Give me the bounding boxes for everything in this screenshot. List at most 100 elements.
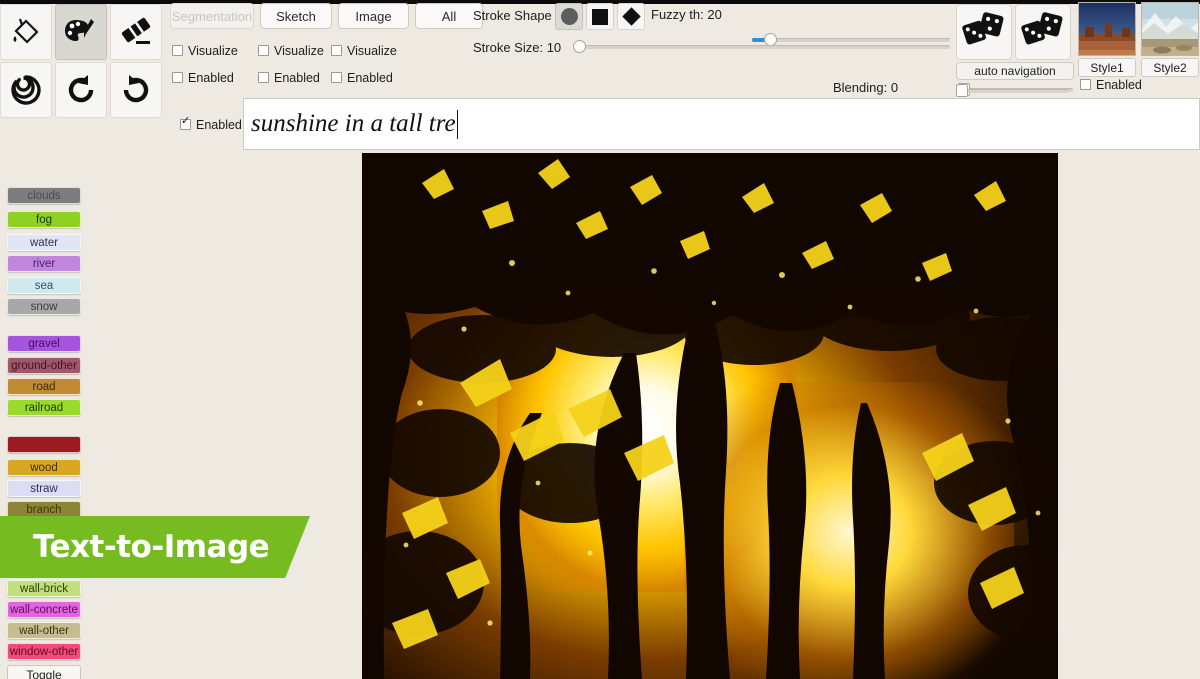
- auto-navigation-button[interactable]: auto navigation: [956, 62, 1074, 80]
- slider-knob[interactable]: [573, 40, 586, 53]
- label-swatch-branch[interactable]: branch: [7, 501, 81, 518]
- stroke-shape-circle-button[interactable]: [555, 3, 583, 30]
- square-shape-icon: [592, 9, 608, 25]
- desert-mesa-landscape-image: [1079, 3, 1136, 56]
- tab-image[interactable]: Image: [338, 3, 409, 29]
- checkbox-box: [331, 45, 342, 56]
- undo-icon: [64, 73, 98, 107]
- style-enabled-checkbox[interactable]: Enabled: [1080, 78, 1142, 92]
- foliage-silhouette: [362, 153, 1058, 679]
- dice-icon: [962, 10, 1006, 55]
- stroke-shape-label: Stroke Shape: [473, 8, 552, 23]
- label-swatch-text: sea: [35, 280, 54, 292]
- checkbox-box: [172, 45, 183, 56]
- style2-button[interactable]: Style2: [1141, 58, 1199, 77]
- stroke-size-label: Stroke Size: 10: [473, 40, 561, 55]
- slider-track: [573, 45, 950, 49]
- label-swatch-text: river: [33, 258, 55, 270]
- randomize-style-button-2[interactable]: [1015, 4, 1071, 60]
- stroke-size-slider[interactable]: [573, 40, 950, 54]
- checkbox-box: [258, 45, 269, 56]
- toggle-labels-button[interactable]: Toggle: [7, 665, 81, 679]
- circle-shape-icon: [561, 8, 578, 25]
- label-swatch-text: gravel: [28, 338, 59, 350]
- image-visualize-checkbox[interactable]: Visualize: [331, 44, 397, 58]
- label-swatch-text: branch: [26, 504, 61, 516]
- palette-brush-tool-button[interactable]: [55, 4, 107, 60]
- redo-icon: [119, 73, 153, 107]
- segmentation-visualize-checkbox[interactable]: Visualize: [172, 44, 238, 58]
- undo-tool-button[interactable]: [55, 62, 107, 118]
- label-swatch-wall-other[interactable]: wall-other: [7, 622, 81, 639]
- label-swatch-water[interactable]: water: [7, 234, 81, 251]
- label-swatch-text: wood: [30, 462, 58, 474]
- label-swatch-wall-brick[interactable]: wall-brick: [7, 580, 81, 597]
- label-swatch-text: wall-concrete: [10, 604, 78, 616]
- label-swatch-straw[interactable]: straw: [7, 480, 81, 497]
- label-swatch-wood[interactable]: wood: [7, 459, 81, 476]
- label-swatch-2-0[interactable]: [7, 436, 81, 453]
- sketch-enabled-checkbox[interactable]: Enabled: [258, 71, 320, 85]
- label-swatch-road[interactable]: road: [7, 378, 81, 395]
- checkbox-label: Visualize: [188, 44, 238, 58]
- spiral-tool-button[interactable]: [0, 62, 52, 118]
- tab-segmentation[interactable]: Segmentation: [170, 3, 254, 29]
- label-swatch-wall-concrete[interactable]: wall-concrete: [7, 601, 81, 618]
- redo-tool-button[interactable]: [110, 62, 162, 118]
- style2-thumbnail[interactable]: [1141, 2, 1199, 56]
- stroke-shape-square-button[interactable]: [586, 3, 614, 30]
- label-swatch-ground-other[interactable]: ground-other: [7, 357, 81, 374]
- sketch-visualize-checkbox[interactable]: Visualize: [258, 44, 324, 58]
- image-editor-window: Segmentation Sketch Image All Visualize …: [0, 0, 1200, 679]
- checkbox-label: Enabled: [188, 71, 234, 85]
- checkbox-box: [172, 72, 183, 83]
- label-swatch-gravel[interactable]: gravel: [7, 335, 81, 352]
- randomize-style-button-1[interactable]: [956, 4, 1012, 60]
- eraser-icon: [118, 14, 154, 50]
- label-swatch-clouds[interactable]: clouds: [7, 187, 81, 204]
- label-swatch-text: ground-other: [11, 360, 77, 372]
- checkbox-box: [180, 119, 191, 130]
- slider-knob[interactable]: [956, 84, 968, 97]
- checkbox-box: [258, 72, 269, 83]
- style1-button[interactable]: Style1: [1078, 58, 1136, 77]
- banner-label: Text-to-Image: [0, 529, 269, 565]
- diamond-shape-icon: [622, 7, 640, 25]
- stroke-shape-diamond-button[interactable]: [617, 3, 645, 30]
- dice-icon: [1021, 10, 1065, 55]
- label-swatch-text: fog: [36, 214, 52, 226]
- auto-navigation-slider[interactable]: [956, 84, 1069, 98]
- style1-thumbnail[interactable]: [1078, 2, 1136, 56]
- checkbox-label: Enabled: [1096, 78, 1142, 92]
- generated-image: [362, 153, 1058, 679]
- segmentation-enabled-checkbox[interactable]: Enabled: [172, 71, 234, 85]
- paint-bucket-tool-button[interactable]: [0, 4, 52, 60]
- label-swatch-text: wall-brick: [20, 583, 68, 595]
- tool-palette: [0, 2, 162, 118]
- checkbox-label: Enabled: [274, 71, 320, 85]
- tab-sketch[interactable]: Sketch: [260, 3, 332, 29]
- prompt-enabled-checkbox[interactable]: Enabled: [180, 118, 242, 132]
- paint-bucket-icon: [8, 14, 44, 50]
- label-swatch-snow[interactable]: snow: [7, 298, 81, 315]
- label-swatch-sea[interactable]: sea: [7, 277, 81, 294]
- label-swatch-railroad[interactable]: railroad: [7, 399, 81, 416]
- eraser-tool-button[interactable]: [110, 4, 162, 60]
- label-swatch-text: railroad: [25, 402, 63, 414]
- label-swatch-text: snow: [31, 301, 58, 313]
- label-swatch-fog[interactable]: fog: [7, 211, 81, 228]
- text-prompt-input[interactable]: sunshine in a tall tre: [243, 98, 1200, 150]
- prompt-text-value: sunshine in a tall tre: [244, 110, 456, 138]
- image-canvas[interactable]: [362, 153, 1058, 679]
- label-swatch-river[interactable]: river: [7, 255, 81, 272]
- fuzzy-threshold-label: Fuzzy th: 20: [651, 7, 722, 22]
- checkbox-box: [331, 72, 342, 83]
- label-swatch-text: window-other: [10, 646, 78, 658]
- image-enabled-checkbox[interactable]: Enabled: [331, 71, 393, 85]
- label-swatch-text: clouds: [27, 190, 60, 202]
- label-swatch-window-other[interactable]: window-other: [7, 643, 81, 660]
- checkbox-label: Visualize: [274, 44, 324, 58]
- spiral-icon: [8, 72, 44, 108]
- snowy-mountain-landscape-image: [1142, 3, 1199, 56]
- checkbox-label: Enabled: [347, 71, 393, 85]
